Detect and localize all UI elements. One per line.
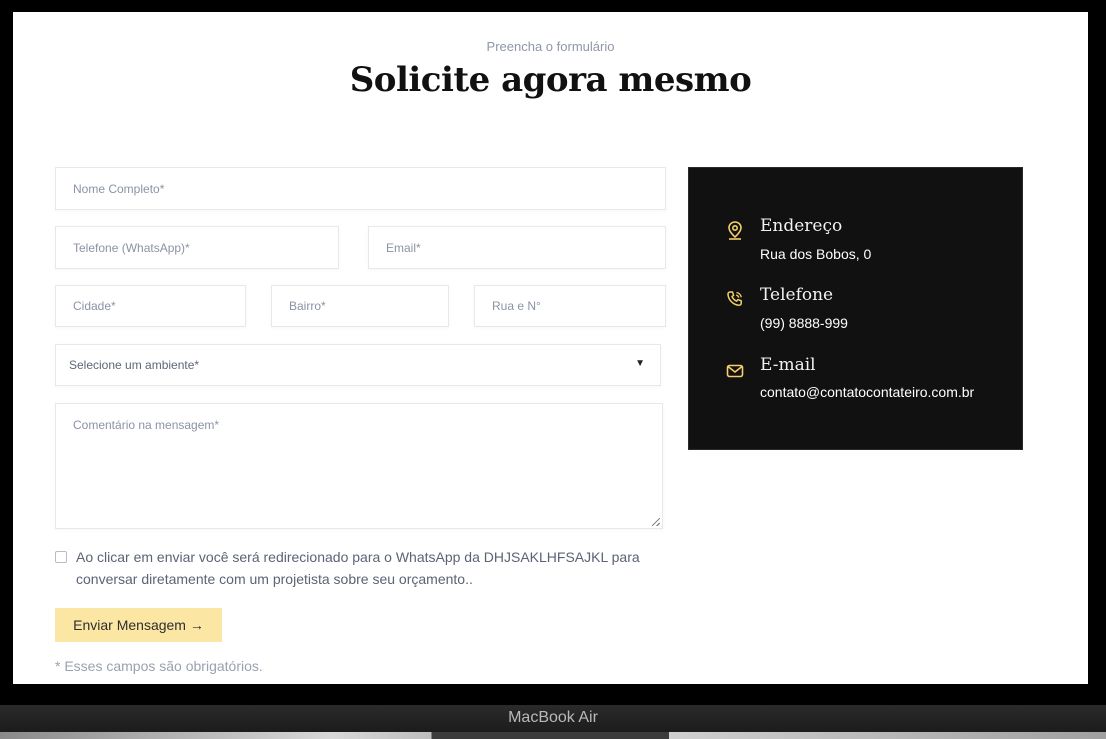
street-field-wrapper xyxy=(474,285,666,327)
contact-email-label: E-mail xyxy=(760,355,816,375)
resize-handle-icon[interactable] xyxy=(652,518,660,526)
consent-checkbox[interactable] xyxy=(55,551,67,563)
contact-address-value: Rua dos Bobos, 0 xyxy=(760,246,872,262)
chevron-down-icon: ▼ xyxy=(635,358,645,369)
laptop-bezel: MacBook Air xyxy=(0,705,1106,732)
browser-viewport: Preencha o formulário Solicite agora mes… xyxy=(13,12,1088,684)
phone-field-wrapper xyxy=(55,226,339,269)
district-field-wrapper xyxy=(271,285,449,327)
city-input[interactable] xyxy=(56,286,245,326)
contact-info-card: Endereço Rua dos Bobos, 0 Telefone (99) … xyxy=(688,167,1023,450)
phone-icon xyxy=(727,291,742,306)
location-pin-icon xyxy=(728,221,742,240)
laptop-base xyxy=(0,732,1106,739)
email-field-wrapper xyxy=(368,226,666,269)
contact-phone-label: Telefone xyxy=(760,285,834,305)
required-fields-note: * Esses campos são obrigatórios. xyxy=(55,658,263,674)
phone-input[interactable] xyxy=(56,227,338,268)
name-input[interactable] xyxy=(56,168,665,209)
district-input[interactable] xyxy=(272,286,448,326)
comment-textarea[interactable] xyxy=(56,404,662,528)
section-subtitle: Preencha o formulário xyxy=(486,39,615,54)
comment-field-wrapper xyxy=(55,403,663,529)
contact-phone-value: (99) 8888-999 xyxy=(760,315,848,331)
city-field-wrapper xyxy=(55,285,246,327)
environment-select[interactable]: Selecione um ambiente* ▼ xyxy=(55,344,661,386)
send-message-button[interactable]: Enviar Mensagem → xyxy=(55,608,222,642)
street-input[interactable] xyxy=(475,286,665,326)
contact-email-value[interactable]: contato@contatocontateiro.com.br xyxy=(760,384,974,400)
section-title: Solicite agora mesmo xyxy=(349,60,752,100)
contact-address-label: Endereço xyxy=(760,216,843,236)
device-label: MacBook Air xyxy=(508,709,598,726)
consent-text: Ao clicar em enviar você será redirecion… xyxy=(76,549,640,587)
environment-select-value: Selecione um ambiente* xyxy=(69,358,200,372)
name-field-wrapper xyxy=(55,167,666,210)
mail-icon xyxy=(726,364,744,378)
email-input[interactable] xyxy=(369,227,665,268)
